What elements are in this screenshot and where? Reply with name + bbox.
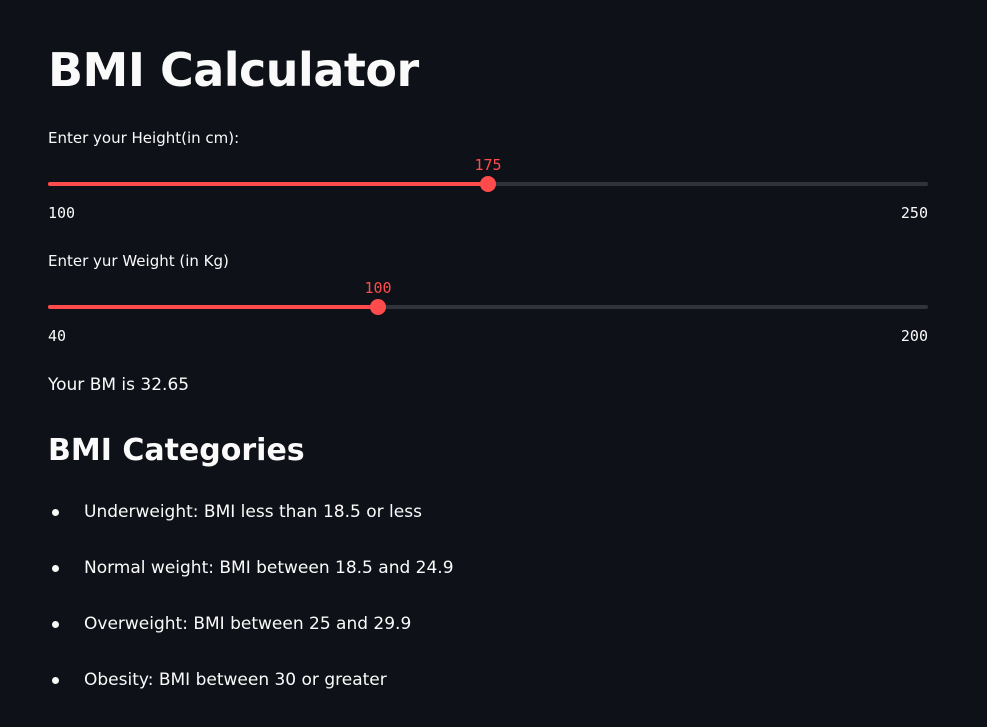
bullet-icon — [52, 565, 59, 572]
weight-slider-min: 40 — [48, 327, 67, 345]
list-item: Obesity: BMI between 30 or greater — [0, 668, 900, 724]
list-item: Underweight: BMI less than 18.5 or less — [0, 500, 900, 556]
weight-slider-label: Enter yur Weight (in Kg) — [48, 252, 229, 270]
height-slider-min: 100 — [48, 204, 76, 222]
categories-heading: BMI Categories — [48, 433, 305, 468]
list-item: Overweight: BMI between 25 and 29.9 — [0, 612, 900, 668]
category-text: Underweight: BMI less than 18.5 or less — [84, 502, 422, 522]
weight-slider-track[interactable] — [48, 305, 928, 309]
weight-slider-thumb[interactable] — [370, 299, 386, 315]
height-slider-max: 250 — [900, 204, 928, 222]
bullet-icon — [52, 621, 59, 628]
height-slider-label: Enter your Height(in cm): — [48, 129, 240, 147]
bullet-icon — [52, 677, 59, 684]
categories-list: Underweight: BMI less than 18.5 or less … — [0, 500, 900, 724]
weight-slider-fill — [48, 305, 378, 309]
category-text: Obesity: BMI between 30 or greater — [84, 670, 387, 690]
weight-slider-max: 200 — [900, 327, 928, 345]
height-slider-thumb[interactable] — [480, 176, 496, 192]
category-text: Overweight: BMI between 25 and 29.9 — [84, 614, 412, 634]
height-slider[interactable]: 175 100 250 — [48, 156, 928, 222]
category-text: Normal weight: BMI between 18.5 and 24.9 — [84, 558, 454, 578]
height-slider-value: 175 — [474, 156, 502, 174]
page-title: BMI Calculator — [48, 43, 419, 97]
bmi-result: Your BM is 32.65 — [48, 375, 190, 395]
bullet-icon — [52, 509, 59, 516]
list-item: Normal weight: BMI between 18.5 and 24.9 — [0, 556, 900, 612]
height-slider-fill — [48, 182, 488, 186]
weight-slider[interactable]: 100 40 200 — [48, 279, 928, 345]
weight-slider-value: 100 — [364, 279, 392, 297]
